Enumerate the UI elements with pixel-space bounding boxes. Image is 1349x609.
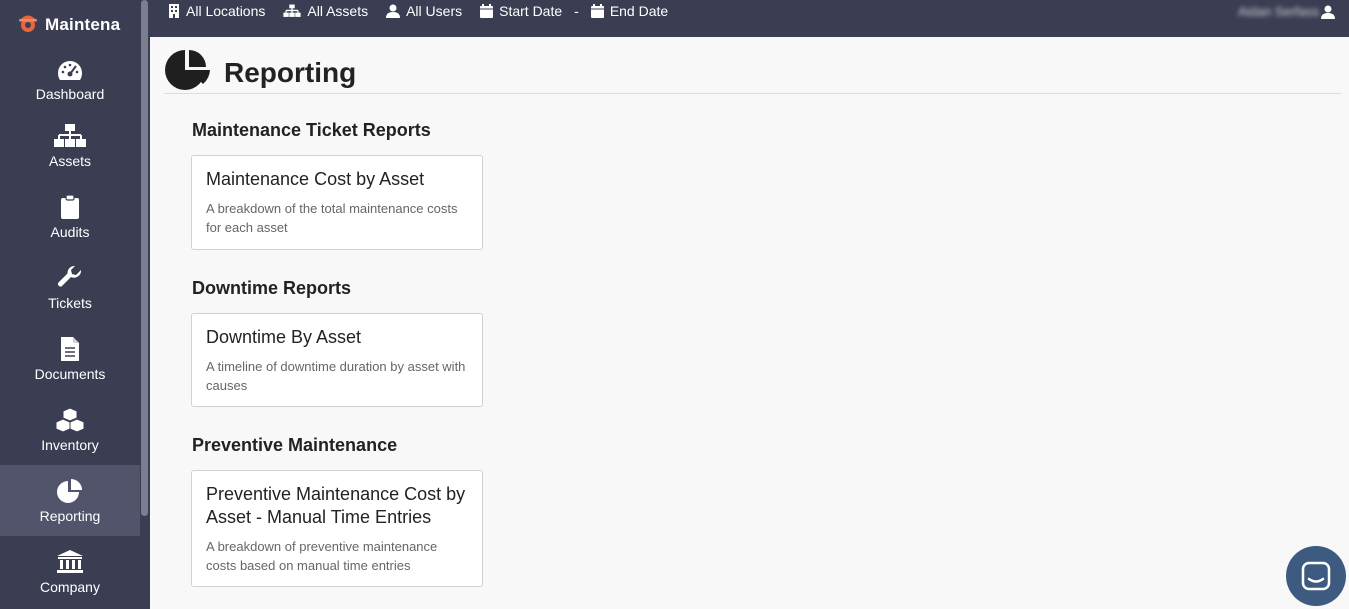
report-card-maintenance-cost[interactable]: Maintenance Cost by Asset A breakdown of… — [191, 155, 483, 250]
sidebar-item-inventory[interactable]: Inventory — [0, 394, 140, 465]
card-title: Downtime By Asset — [206, 327, 362, 347]
chat-icon — [1301, 561, 1331, 591]
sidebar-item-company[interactable]: Company — [0, 536, 140, 607]
brand[interactable]: Maintena — [0, 0, 140, 50]
location-filter[interactable]: All Locations — [168, 3, 265, 19]
card-description: A breakdown of the total maintenance cos… — [206, 201, 458, 235]
card-title: Maintenance Cost by Asset — [206, 169, 425, 189]
filter-group: All Locations All Assets All Users Start… — [168, 0, 686, 22]
card-description: A breakdown of preventive maintenance co… — [206, 539, 438, 573]
card-title: Preventive Maintenance Cost by Asset - M… — [206, 484, 466, 527]
pie-chart-icon — [56, 478, 84, 504]
section-title: Preventive Maintenance — [192, 435, 398, 455]
user-filter[interactable]: All Users — [386, 3, 462, 19]
sidebar: Maintena Dashboard Assets Audits Tickets… — [0, 0, 140, 609]
file-icon — [60, 336, 80, 362]
sidebar-item-label: Inventory — [41, 436, 99, 453]
sidebar-item-label: Documents — [34, 365, 106, 382]
brand-logo-icon — [16, 11, 40, 40]
wrench-icon — [57, 265, 83, 291]
sidebar-item-label: Reporting — [39, 507, 101, 524]
chat-launcher-button[interactable] — [1286, 546, 1346, 606]
sidebar-item-assets[interactable]: Assets — [0, 110, 140, 181]
header-divider — [164, 93, 1341, 94]
user-menu[interactable]: Aidan Serfass — [1238, 4, 1335, 19]
sidebar-item-label: Audits — [50, 223, 90, 240]
sidebar-item-reporting[interactable]: Reporting — [0, 465, 140, 536]
asset-filter[interactable]: All Assets — [283, 3, 368, 19]
clipboard-icon — [60, 193, 80, 220]
asset-filter-label: All Assets — [307, 3, 369, 19]
location-filter-label: All Locations — [186, 3, 266, 19]
sitemap-icon — [54, 123, 86, 149]
calendar-icon — [590, 4, 604, 18]
sidebar-item-audits[interactable]: Audits — [0, 181, 140, 252]
section-title: Maintenance Ticket Reports — [192, 120, 431, 140]
report-card-preventive-cost[interactable]: Preventive Maintenance Cost by Asset - M… — [191, 470, 483, 587]
card-description: A timeline of downtime duration by asset… — [206, 359, 466, 393]
sidebar-scrollbar-thumb[interactable] — [141, 0, 148, 516]
top-filter-bar: All Locations All Assets All Users Start… — [150, 0, 1349, 37]
sidebar-item-label: Assets — [48, 152, 91, 169]
user-name: Aidan Serfass — [1238, 4, 1319, 19]
sitemap-icon — [283, 4, 302, 17]
end-date-filter[interactable]: End Date — [590, 3, 669, 19]
user-icon — [386, 4, 401, 18]
sidebar-item-tickets[interactable]: Tickets — [0, 252, 140, 323]
brand-name: Maintena — [45, 15, 121, 34]
building-icon — [169, 4, 179, 18]
gauge-icon — [55, 58, 85, 82]
sidebar-item-documents[interactable]: Documents — [0, 323, 140, 394]
start-date-filter[interactable]: Start Date — [480, 3, 562, 19]
user-filter-label: All Users — [406, 3, 463, 19]
sidebar-item-label: Tickets — [48, 294, 92, 311]
report-card-downtime[interactable]: Downtime By Asset A timeline of downtime… — [191, 313, 483, 407]
page-header: Reporting — [164, 48, 356, 97]
cubes-icon — [56, 406, 84, 433]
pie-chart-icon — [164, 48, 212, 97]
sidebar-item-dashboard[interactable]: Dashboard — [0, 50, 140, 110]
page-title: Reporting — [224, 56, 357, 88]
main-content: Reporting Maintenance Ticket Reports Mai… — [150, 37, 1349, 609]
start-date-label: Start Date — [499, 3, 563, 19]
end-date-label: End Date — [609, 3, 669, 19]
sidebar-item-label: Dashboard — [35, 86, 105, 102]
date-separator: - — [574, 3, 579, 19]
section-title: Downtime Reports — [192, 278, 352, 298]
sidebar-item-label: Company — [40, 578, 100, 595]
user-icon — [1321, 5, 1335, 19]
calendar-icon — [480, 4, 494, 18]
bank-icon — [56, 549, 84, 575]
